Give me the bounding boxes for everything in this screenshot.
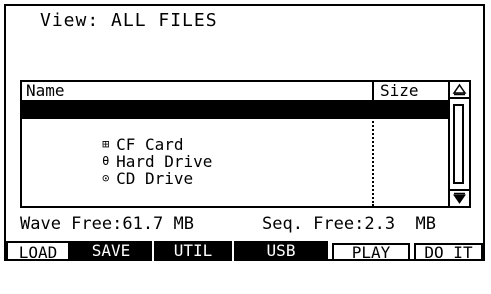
list-item-hard-drive[interactable]: θ Hard Drive bbox=[22, 136, 450, 170]
list-item-label: CD Drive bbox=[116, 169, 194, 188]
list-item-cd-drive[interactable]: ⊙ CD Drive bbox=[22, 153, 450, 187]
seq-free-readout: Seq. Free:2.3 MB bbox=[262, 214, 436, 234]
column-header-size: Size bbox=[380, 81, 419, 100]
cd-drive-icon: ⊙ bbox=[102, 171, 110, 185]
play-button[interactable]: PLAY bbox=[332, 243, 410, 261]
display-screen: View: ALL FILES Name Size ⊠ ROM Flash ⊞ CF… bbox=[4, 4, 485, 262]
list-item-rom-flash[interactable]: ⊠ ROM Flash bbox=[22, 102, 450, 136]
scroll-up-icon bbox=[452, 83, 467, 96]
view-filter-label[interactable]: View: ALL FILES bbox=[40, 10, 218, 31]
file-browser[interactable]: Name Size ⊠ ROM Flash ⊞ CF Card θ Hard Driv… bbox=[20, 80, 471, 208]
do-it-button[interactable]: DO IT bbox=[414, 243, 483, 261]
function-tabs: LOAD SAVE UTIL USB PLAY DO IT bbox=[6, 241, 483, 262]
tab-save[interactable]: SAVE bbox=[70, 241, 152, 261]
vertical-scrollbar[interactable] bbox=[448, 82, 469, 206]
tab-usb[interactable]: USB bbox=[232, 241, 328, 261]
browser-header: Name Size bbox=[22, 82, 450, 102]
tab-util[interactable]: UTIL bbox=[152, 241, 232, 261]
scroll-up-button[interactable] bbox=[450, 82, 469, 99]
scroll-down-icon bbox=[453, 192, 466, 204]
scroll-track[interactable] bbox=[453, 104, 464, 184]
tab-load[interactable]: LOAD bbox=[6, 241, 70, 262]
list-item-cf-card[interactable]: ⊞ CF Card bbox=[22, 119, 450, 153]
browser-list: ⊠ ROM Flash ⊞ CF Card θ Hard Drive ⊙ CD Driv… bbox=[22, 102, 450, 187]
scroll-down-button[interactable] bbox=[450, 189, 469, 206]
column-header-name: Name bbox=[26, 81, 65, 100]
wave-free-readout: Wave Free:61.7 MB bbox=[20, 214, 194, 234]
